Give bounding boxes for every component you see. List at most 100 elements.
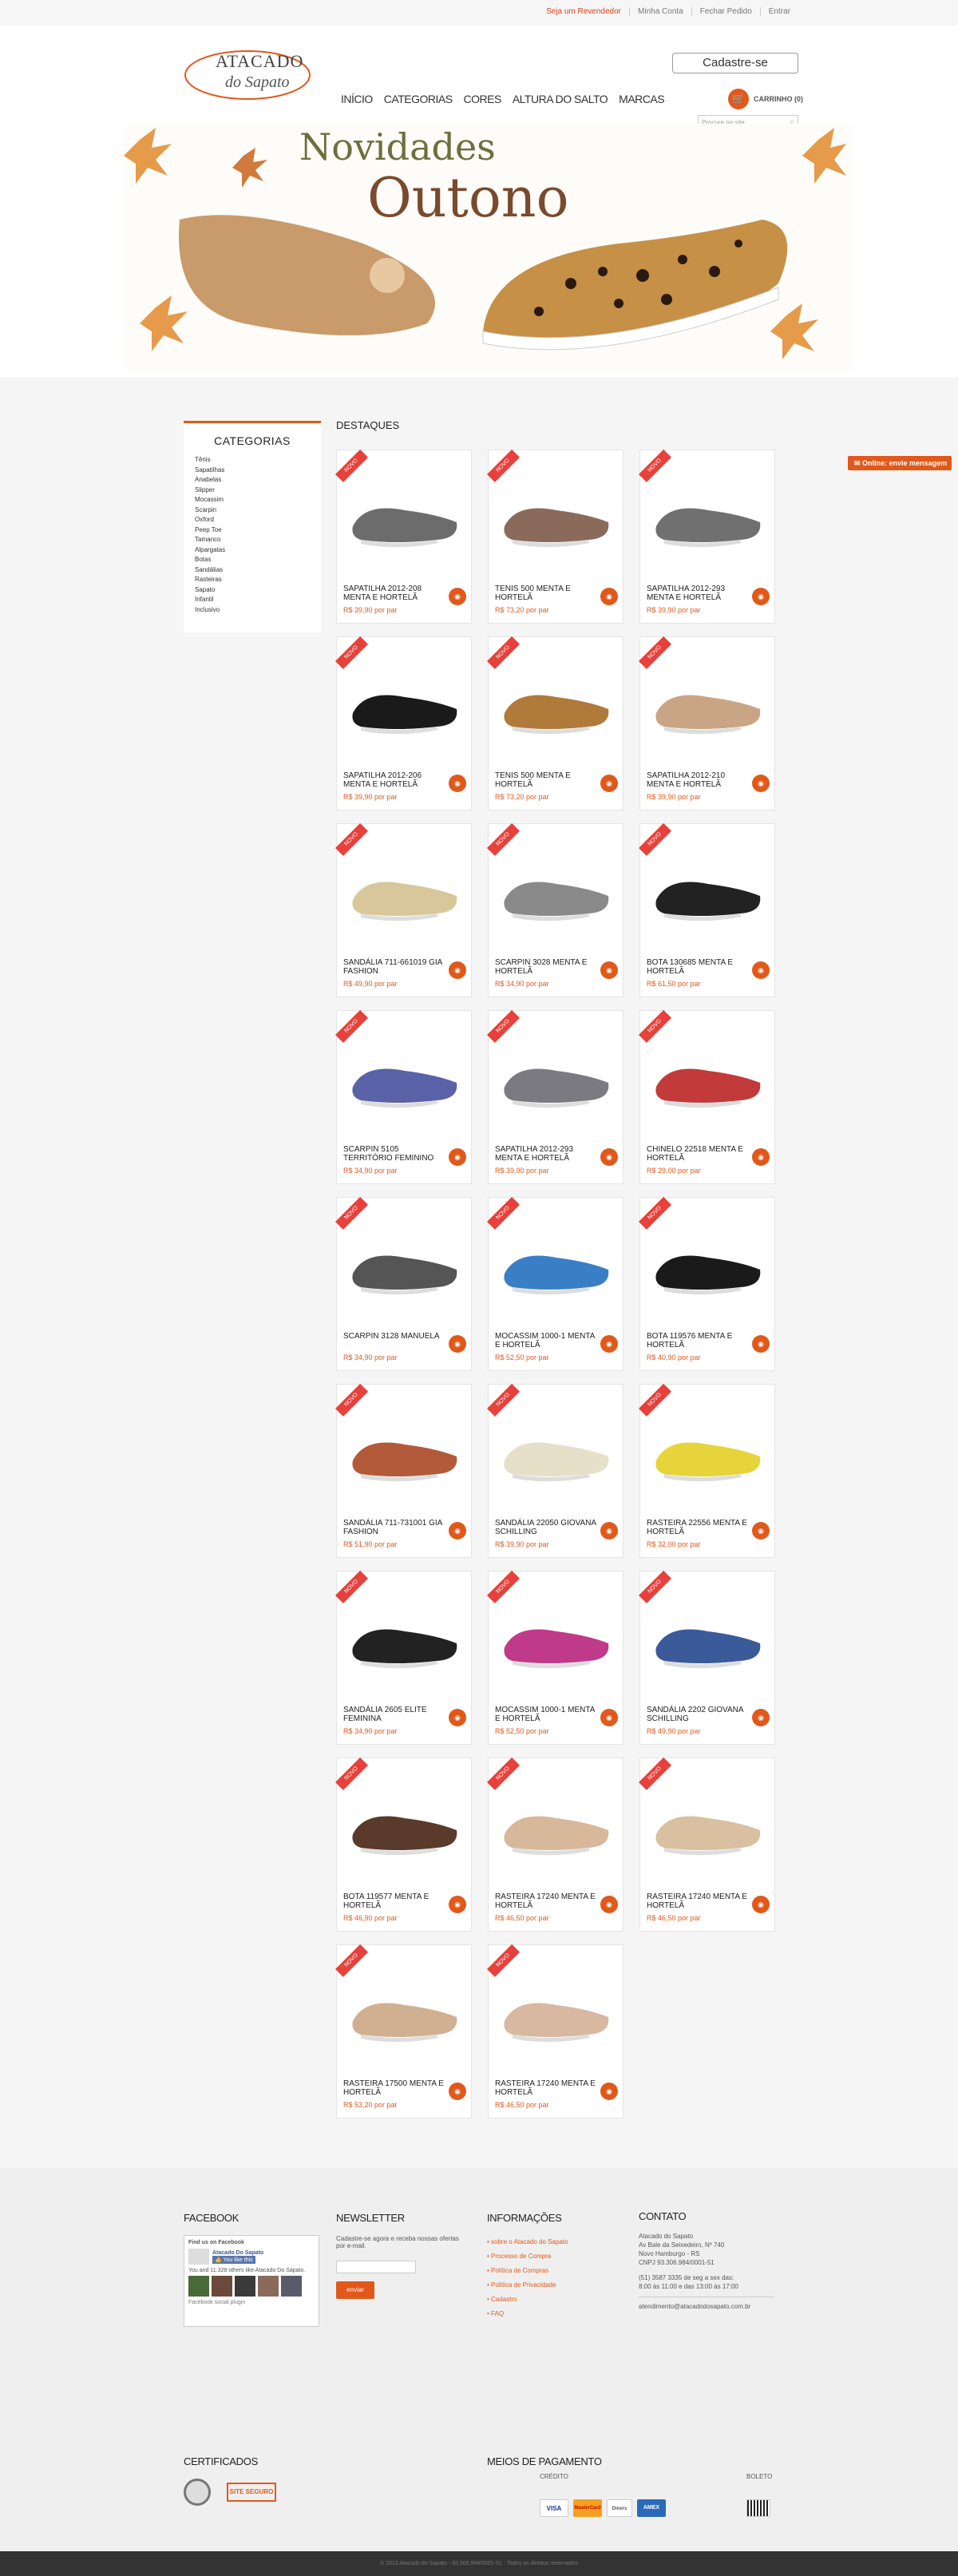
view-product-icon[interactable]: ◉ (752, 1148, 770, 1166)
view-product-icon[interactable]: ◉ (600, 1335, 618, 1353)
fb-like-button[interactable]: 👍 You like this (212, 2255, 255, 2264)
product-card[interactable]: NOVO SCARPIN 3128 MANUELA R$ 34,90 por par… (335, 1196, 472, 1371)
product-name[interactable]: CHINELO 22518 MENTA E HORTELÃ (647, 1145, 750, 1163)
category-item[interactable]: Sapato (195, 585, 310, 596)
product-name[interactable]: MOCASSIM 1000-1 MENTA E HORTELÃ (495, 1332, 599, 1349)
product-card[interactable]: NOVO SANDÁLIA 711-731001 GIA FASHION R$ 51… (335, 1383, 472, 1558)
category-item[interactable]: Tamanco (195, 535, 310, 545)
view-product-icon[interactable]: ◉ (449, 1335, 466, 1353)
view-product-icon[interactable]: ◉ (449, 1522, 466, 1540)
reseller-link[interactable]: Seja um Revendedor (538, 7, 629, 16)
chat-button[interactable]: ✉ Online: envie mensagem (848, 456, 952, 470)
product-card[interactable]: NOVO SAPATILHA 2012-293 MENTA E HORTELÃ R$… (639, 449, 775, 624)
product-name[interactable]: RASTEIRA 17240 MENTA E HORTELÃ (647, 1892, 750, 1910)
product-name[interactable]: BOTA 119577 MENTA E HORTELÃ (343, 1892, 447, 1910)
product-name[interactable]: SANDÁLIA 711-661019 GIA FASHION (343, 958, 447, 976)
category-item[interactable]: Sandálias (195, 565, 310, 576)
product-image[interactable] (501, 669, 612, 741)
category-item[interactable]: Infantil (195, 595, 310, 605)
newsletter-email-input[interactable] (336, 2261, 416, 2273)
product-name[interactable]: SCARPIN 5105 TERRITÓRIO FEMININO (343, 1145, 447, 1163)
product-name[interactable]: SCARPIN 3028 MENTA E HORTELÃ (495, 958, 599, 976)
category-item[interactable]: Sapatilhas (195, 466, 310, 476)
view-product-icon[interactable]: ◉ (600, 2083, 618, 2100)
category-item[interactable]: Scarpin (195, 505, 310, 516)
product-image[interactable] (501, 482, 612, 554)
product-name[interactable]: BOTA 119576 MENTA E HORTELÃ (647, 1332, 750, 1349)
view-product-icon[interactable]: ◉ (449, 2083, 466, 2100)
view-product-icon[interactable]: ◉ (449, 1709, 466, 1726)
view-product-icon[interactable]: ◉ (752, 1896, 770, 1913)
view-product-icon[interactable]: ◉ (449, 1148, 466, 1166)
product-name[interactable]: SANDÁLIA 2605 ELITE FEMININA (343, 1706, 447, 1723)
product-card[interactable]: NOVO TENIS 500 MENTA E HORTELÃ R$ 73,20 po… (487, 449, 623, 624)
product-card[interactable]: NOVO SANDÁLIA 2605 ELITE FEMININA R$ 34,90… (335, 1570, 472, 1745)
facebook-widget[interactable]: Find us on Facebook Atacado Do Sapato 👍 … (184, 2235, 319, 2327)
info-link-about[interactable]: sobre o Atacado do Sapato (487, 2235, 615, 2249)
product-card[interactable]: NOVO RASTEIRA 22556 MENTA E HORTELÃ R$ 32,… (639, 1383, 775, 1558)
category-item[interactable]: Anabelas (195, 475, 310, 485)
view-product-icon[interactable]: ◉ (752, 1709, 770, 1726)
category-item[interactable]: Botas (195, 555, 310, 565)
product-image[interactable] (501, 1417, 612, 1488)
view-product-icon[interactable]: ◉ (600, 1709, 618, 1726)
view-product-icon[interactable]: ◉ (752, 775, 770, 792)
product-image[interactable] (501, 1043, 612, 1115)
product-card[interactable]: NOVO SAPATILHA 2012-208 MENTA E HORTELÃ R$… (335, 449, 472, 624)
view-product-icon[interactable]: ◉ (600, 775, 618, 792)
product-image[interactable] (652, 482, 764, 554)
view-product-icon[interactable]: ◉ (449, 775, 466, 792)
category-item[interactable]: Inclusivo (195, 605, 310, 616)
product-name[interactable]: TENIS 500 MENTA E HORTELÃ (495, 771, 599, 789)
product-image[interactable] (349, 1417, 461, 1488)
product-card[interactable]: NOVO SAPATILHA 2012-210 MENTA E HORTELÃ R$… (639, 636, 775, 810)
product-card[interactable]: NOVO BOTA 119576 MENTA E HORTELÃ R$ 40,90 … (639, 1196, 775, 1371)
product-name[interactable]: SAPATILHA 2012-293 MENTA E HORTELÃ (647, 585, 750, 602)
hero-banner[interactable]: Novidades Outono (124, 124, 853, 371)
category-item[interactable]: Tênis (195, 455, 310, 466)
certificate-seal-icon[interactable] (184, 2479, 211, 2506)
product-image[interactable] (501, 1977, 612, 2049)
nav-heel-height[interactable]: ALTURA DO SALTO (513, 93, 608, 105)
info-link-process[interactable]: Processo de Compra (487, 2249, 615, 2264)
checkout-link[interactable]: Fechar Pedido (691, 7, 760, 16)
product-image[interactable] (501, 1790, 612, 1862)
my-account-link[interactable]: Minha Conta (629, 7, 691, 16)
info-link-privacy[interactable]: Política de Privacidade (487, 2278, 615, 2293)
info-link-purchase-policy[interactable]: Política de Compras (487, 2264, 615, 2278)
product-name[interactable]: TENIS 500 MENTA E HORTELÃ (495, 585, 599, 602)
product-image[interactable] (349, 482, 461, 554)
product-name[interactable]: SAPATILHA 2012-293 MENTA E HORTELÃ (495, 1145, 599, 1163)
contact-email[interactable]: atendimento@atacadodosapato.com.br (639, 2302, 774, 2311)
view-product-icon[interactable]: ◉ (449, 961, 466, 979)
product-image[interactable] (501, 1603, 612, 1675)
info-link-signup[interactable]: Cadastro (487, 2293, 615, 2307)
product-card[interactable]: NOVO SCARPIN 3028 MENTA E HORTELÃ R$ 34,90… (487, 822, 623, 997)
product-card[interactable]: NOVO BOTA 119577 MENTA E HORTELÃ R$ 46,90 … (335, 1757, 472, 1932)
product-image[interactable] (349, 1977, 461, 2049)
product-card[interactable]: NOVO SANDÁLIA 22050 GIOVANA SCHILLING R$ 3… (487, 1383, 623, 1558)
product-image[interactable] (652, 1043, 764, 1115)
product-card[interactable]: NOVO RASTEIRA 17500 MENTA E HORTELÃ R$ 53,… (335, 1944, 472, 2118)
product-name[interactable]: RASTEIRA 17500 MENTA E HORTELÃ (343, 2079, 447, 2097)
product-image[interactable] (652, 1790, 764, 1862)
fb-page-name[interactable]: Atacado Do Sapato (212, 2250, 263, 2256)
signup-button[interactable]: Cadastre-se (672, 53, 798, 73)
product-image[interactable] (349, 856, 461, 928)
product-name[interactable]: BOTA 130685 MENTA E HORTELÃ (647, 958, 750, 976)
product-image[interactable] (652, 856, 764, 928)
product-image[interactable] (652, 1417, 764, 1488)
view-product-icon[interactable]: ◉ (752, 1522, 770, 1540)
cart-link[interactable]: 🛒 CARRINHO (0) (728, 89, 803, 109)
product-name[interactable]: SAPATILHA 2012-206 MENTA E HORTELÃ (343, 771, 447, 789)
product-card[interactable]: NOVO BOTA 130685 MENTA E HORTELÃ R$ 61,50 … (639, 822, 775, 997)
view-product-icon[interactable]: ◉ (449, 588, 466, 605)
nav-home[interactable]: INÍCIO (341, 93, 373, 105)
product-name[interactable]: SAPATILHA 2012-208 MENTA E HORTELÃ (343, 585, 447, 602)
product-image[interactable] (652, 1603, 764, 1675)
newsletter-submit-button[interactable]: enviar (336, 2281, 374, 2299)
view-product-icon[interactable]: ◉ (600, 1148, 618, 1166)
nav-colors[interactable]: CORES (464, 93, 502, 105)
product-name[interactable]: SAPATILHA 2012-210 MENTA E HORTELÃ (647, 771, 750, 789)
view-product-icon[interactable]: ◉ (600, 588, 618, 605)
